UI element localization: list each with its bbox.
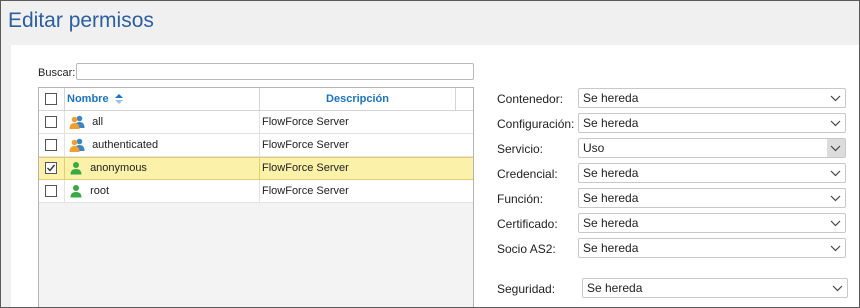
table-header: Nombre Descripción xyxy=(39,88,473,111)
chevron-down-icon xyxy=(830,120,841,127)
row-check-cell xyxy=(39,180,65,202)
chevron-down-icon xyxy=(830,145,841,152)
row-checkbox[interactable] xyxy=(45,139,57,151)
select-value: Se hereda xyxy=(583,216,639,230)
row-check-cell xyxy=(39,111,65,133)
select-value: Se hereda xyxy=(583,116,639,130)
table-row[interactable]: root FlowForce Server xyxy=(39,180,473,203)
table-row[interactable]: all FlowForce Server xyxy=(39,111,473,134)
select-funcion[interactable]: Se hereda xyxy=(578,188,846,208)
select-value: Se hereda xyxy=(583,191,639,205)
label-credencial: Credencial: xyxy=(497,167,558,181)
select-all-cell xyxy=(39,88,65,110)
row-check-cell xyxy=(39,134,65,156)
user-group-icon xyxy=(69,115,85,130)
page-title: Editar permisos xyxy=(8,9,154,32)
row-description: FlowForce Server xyxy=(262,116,349,128)
label-contenedor: Contenedor: xyxy=(497,92,564,106)
label-funcion: Función: xyxy=(497,192,544,206)
row-checkbox[interactable] xyxy=(45,116,57,128)
select-socio-as2[interactable]: Se hereda xyxy=(578,238,846,258)
row-description: FlowForce Server xyxy=(262,185,349,197)
row-name-cell: all xyxy=(65,111,260,133)
select-value: Se hereda xyxy=(583,166,639,180)
select-certificado[interactable]: Se hereda xyxy=(578,213,846,233)
row-checkbox[interactable] xyxy=(45,185,57,197)
row-check-cell xyxy=(39,158,65,180)
principals-table: Nombre Descripción all FlowForce Server … xyxy=(38,87,474,307)
label-servicio: Servicio: xyxy=(497,142,544,156)
select-all-checkbox[interactable] xyxy=(45,93,57,105)
select-servicio[interactable]: Uso xyxy=(578,138,846,158)
table-row[interactable]: authenticated FlowForce Server xyxy=(39,134,473,157)
row-name-cell: authenticated xyxy=(65,134,260,156)
select-credencial[interactable]: Se hereda xyxy=(578,163,846,183)
search-label: Buscar: xyxy=(38,67,76,79)
row-checkbox-checked[interactable] xyxy=(45,162,57,174)
label-socio-as2: Socio AS2: xyxy=(497,242,556,256)
row-name-cell: anonymous xyxy=(65,158,260,180)
row-name: root xyxy=(90,185,110,197)
column-header-description[interactable]: Descripción xyxy=(260,88,456,110)
label-seguridad: Seguridad: xyxy=(497,282,556,296)
header-filler xyxy=(456,88,473,110)
search-input[interactable] xyxy=(76,63,474,80)
select-value: Se hereda xyxy=(587,281,643,295)
select-seguridad[interactable]: Se hereda xyxy=(582,278,848,298)
column-header-name-label: Nombre xyxy=(67,93,109,105)
row-description: FlowForce Server xyxy=(262,139,349,151)
column-header-name[interactable]: Nombre xyxy=(65,88,260,110)
row-name: authenticated xyxy=(92,139,159,151)
select-value: Se hereda xyxy=(583,91,639,105)
select-configuracion[interactable]: Se hereda xyxy=(578,113,846,133)
row-name-cell: root xyxy=(65,180,260,202)
chevron-down-icon xyxy=(830,95,841,102)
chevron-down-icon xyxy=(830,170,841,177)
row-description: FlowForce Server xyxy=(262,162,349,174)
row-name: anonymous xyxy=(90,162,147,174)
select-contenedor[interactable]: Se hereda xyxy=(578,88,846,108)
select-value: Se hereda xyxy=(583,241,639,255)
user-icon xyxy=(70,162,82,175)
label-configuracion: Configuración: xyxy=(497,117,575,131)
row-name: all xyxy=(92,116,104,128)
sort-icon xyxy=(114,94,123,105)
chevron-down-icon xyxy=(830,245,841,252)
permissions-panel: Buscar: Nombre Descripción all FlowForce… xyxy=(11,45,859,307)
label-certificado: Certificado: xyxy=(497,217,558,231)
user-icon xyxy=(70,185,82,198)
chevron-down-icon xyxy=(832,285,843,292)
select-value: Uso xyxy=(583,141,605,155)
checkmark-icon xyxy=(47,164,56,172)
chevron-down-icon xyxy=(830,220,841,227)
edit-permissions-window: Editar permisos Buscar: Nombre Descripci… xyxy=(0,0,860,308)
table-row-selected[interactable]: anonymous FlowForce Server xyxy=(39,157,473,180)
user-group-icon xyxy=(69,138,85,153)
chevron-down-icon xyxy=(830,195,841,202)
